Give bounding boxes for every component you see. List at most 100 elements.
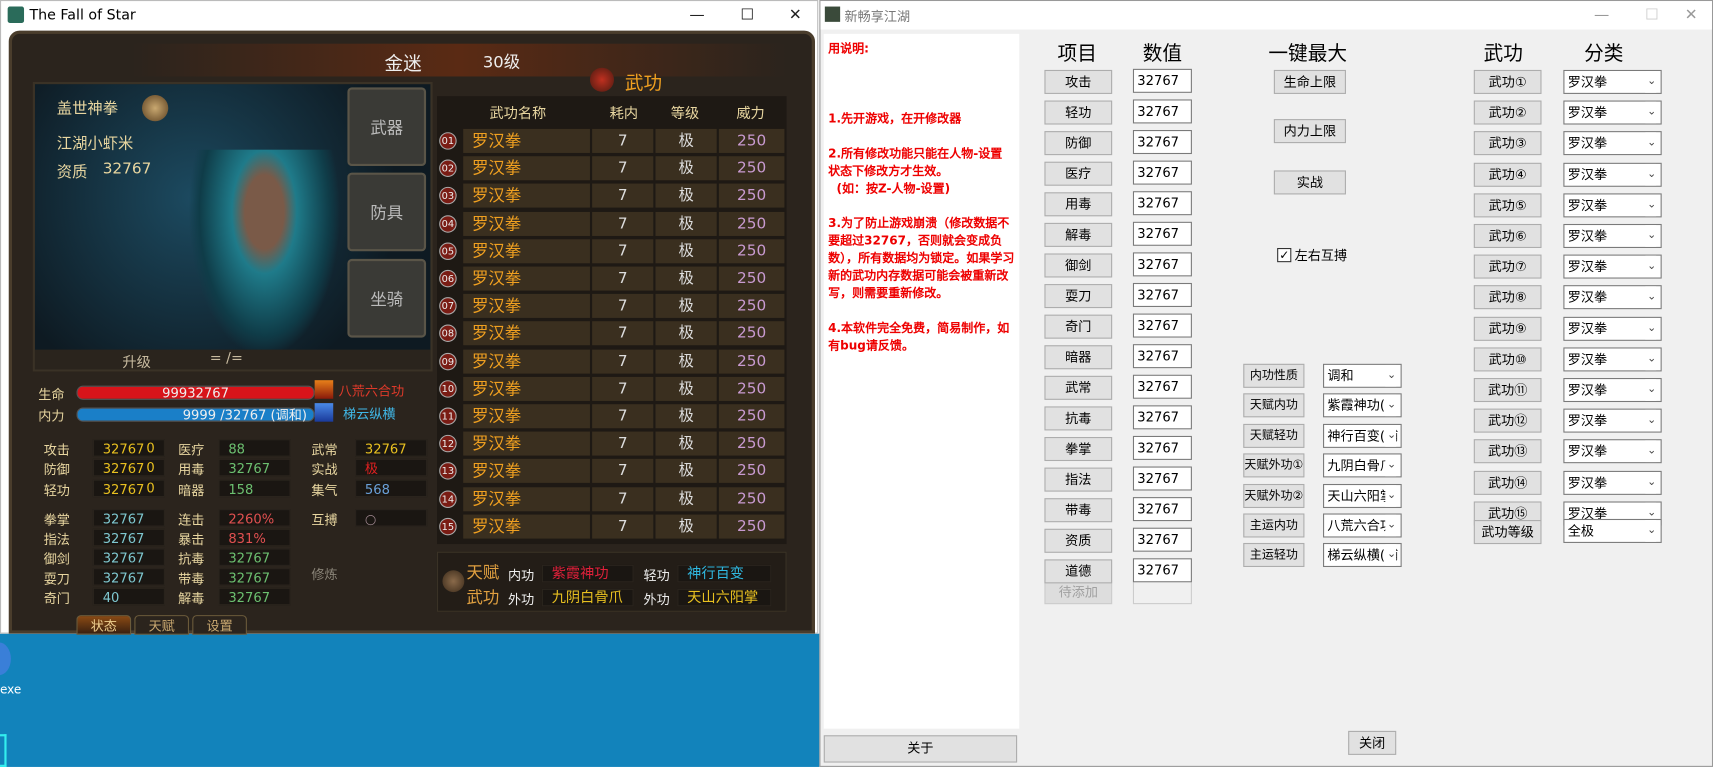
item-button[interactable]: 武常	[1044, 375, 1113, 400]
close-modifier-button[interactable]: 关闭	[1348, 730, 1397, 755]
item-button[interactable]: 带毒	[1044, 498, 1113, 523]
martial-row[interactable]: 02 罗汉拳 7 极 250	[437, 156, 787, 181]
talent-button[interactable]: 内功性质	[1243, 363, 1305, 388]
martial-row[interactable]: 08 罗汉拳 7 极 250	[437, 321, 787, 347]
max-mp-button[interactable]: 内力上限	[1273, 119, 1346, 144]
modifier-minimize-button[interactable]: —	[1576, 1, 1626, 29]
tab-status[interactable]: 状态	[76, 615, 132, 635]
item-value-input[interactable]: 32767	[1132, 313, 1192, 338]
item-value-input[interactable]: 32767	[1132, 344, 1192, 369]
tab-settings[interactable]: 设置	[192, 615, 247, 635]
checkbox-checked-icon[interactable]: ✓	[1277, 247, 1292, 263]
martial-category-select[interactable]: 罗汉拳 ⌄	[1563, 378, 1662, 403]
martial-row[interactable]: 01 罗汉拳 7 极 250	[437, 128, 787, 154]
martial-slot-button[interactable]: 武功③	[1473, 131, 1542, 156]
close-button[interactable]: ✕	[770, 1, 820, 29]
martial-slot-button[interactable]: 武功⑧	[1473, 285, 1542, 310]
tab-talent[interactable]: 天赋	[134, 615, 190, 635]
martial-slot-button[interactable]: 武功⑨	[1473, 316, 1542, 341]
talent-button[interactable]: 天赋外功②	[1243, 483, 1305, 508]
martial-slot-button[interactable]: 武功⑦	[1473, 254, 1542, 279]
talent-select[interactable]: 九阴白骨爪 ⌄	[1323, 453, 1402, 478]
item-value-input[interactable]: 32767	[1132, 466, 1192, 491]
desktop-app-icon[interactable]	[0, 642, 11, 676]
martial-category-select[interactable]: 罗汉拳 ⌄	[1563, 100, 1662, 125]
modifier-close-button[interactable]: ✕	[1666, 1, 1713, 29]
about-button[interactable]: 关于	[823, 735, 1018, 763]
mount-slot-button[interactable]: 坐骑	[347, 258, 427, 338]
item-value-input[interactable]: 32767	[1132, 130, 1192, 155]
item-button[interactable]: 解毒	[1044, 222, 1113, 247]
martial-category-select[interactable]: 罗汉拳 ⌄	[1563, 223, 1662, 248]
martial-slot-button[interactable]: 武功⑬	[1473, 439, 1542, 464]
item-button[interactable]: 资质	[1044, 528, 1113, 553]
item-button[interactable]: 奇门	[1044, 314, 1113, 339]
martial-slot-button[interactable]: 武功⑭	[1473, 470, 1542, 495]
item-button[interactable]: 指法	[1044, 467, 1113, 492]
martial-row[interactable]: 14 罗汉拳 7 极 250	[437, 486, 787, 512]
martial-row[interactable]: 03 罗汉拳 7 极 250	[437, 183, 787, 209]
item-value-input[interactable]: 32767	[1132, 527, 1192, 552]
martial-row[interactable]: 15 罗汉拳 7 极 250	[437, 514, 787, 539]
martial-category-select[interactable]: 罗汉拳 ⌄	[1563, 285, 1662, 310]
martial-category-select[interactable]: 罗汉拳 ⌄	[1563, 162, 1662, 187]
item-button[interactable]: 暗器	[1044, 345, 1113, 370]
martial-category-select[interactable]: 罗汉拳 ⌄	[1563, 439, 1662, 464]
item-button[interactable]: 医疗	[1044, 161, 1113, 186]
item-value-input[interactable]: 32767	[1132, 221, 1192, 246]
item-button[interactable]: 用毒	[1044, 192, 1113, 217]
martial-slot-button[interactable]: 武功⑥	[1473, 223, 1542, 248]
item-value-input[interactable]: 32767	[1132, 497, 1192, 522]
martial-slot-button[interactable]: 武功④	[1473, 162, 1542, 187]
item-value-input[interactable]: 32767	[1132, 99, 1192, 124]
martial-slot-button[interactable]: 武功①	[1473, 69, 1542, 94]
talent-select[interactable]: 调和 ⌄	[1323, 363, 1402, 388]
martial-slot-button[interactable]: 武功⑩	[1473, 347, 1542, 372]
martial-row[interactable]: 10 罗汉拳 7 极 250	[437, 376, 787, 402]
item-button[interactable]: 道德	[1044, 559, 1113, 584]
talent-button[interactable]: 天赋外功①	[1243, 453, 1305, 478]
item-value-input[interactable]: 32767	[1132, 282, 1192, 307]
item-button[interactable]: 抗毒	[1044, 406, 1113, 431]
item-value-input[interactable]: 32767	[1132, 405, 1192, 430]
martial-row[interactable]: 04 罗汉拳 7 极 250	[437, 211, 787, 237]
talent-select[interactable]: 梯云纵横(辅 ⌄	[1323, 543, 1402, 568]
combat-max-button[interactable]: 实战	[1273, 170, 1346, 195]
minimize-button[interactable]: —	[672, 1, 722, 29]
item-button[interactable]: 耍刀	[1044, 284, 1113, 309]
max-hp-button[interactable]: 生命上限	[1273, 69, 1346, 94]
martial-row[interactable]: 07 罗汉拳 7 极 250	[437, 294, 787, 319]
martial-category-select[interactable]: 罗汉拳 ⌄	[1563, 193, 1662, 218]
item-value-input[interactable]: 32767	[1132, 160, 1192, 185]
item-button[interactable]: 攻击	[1044, 69, 1113, 94]
martial-slot-button[interactable]: 武功②	[1473, 100, 1542, 125]
martial-category-select[interactable]: 罗汉拳 ⌄	[1563, 316, 1662, 341]
talent-select[interactable]: 天山六阳掌 ⌄	[1323, 483, 1402, 508]
martial-row[interactable]: 06 罗汉拳 7 极 250	[437, 266, 787, 292]
martial-row[interactable]: 05 罗汉拳 7 极 250	[437, 239, 787, 264]
talent-select[interactable]: 紫霞神功(阝 ⌄	[1323, 393, 1402, 418]
martial-slot-button[interactable]: 武功⑫	[1473, 408, 1542, 433]
talent-button[interactable]: 主运内功	[1243, 513, 1305, 538]
item-button[interactable]: 轻功	[1044, 100, 1113, 125]
maximize-button[interactable]: ☐	[722, 1, 772, 29]
item-button[interactable]: 拳掌	[1044, 437, 1113, 462]
martial-category-select[interactable]: 罗汉拳 ⌄	[1563, 470, 1662, 495]
talent-select[interactable]: 神行百变(辅 ⌄	[1323, 423, 1402, 448]
item-button[interactable]: 御剑	[1044, 253, 1113, 278]
item-value-input[interactable]: 32767	[1132, 191, 1192, 216]
martial-category-select[interactable]: 罗汉拳 ⌄	[1563, 69, 1662, 94]
martial-row[interactable]: 11 罗汉拳 7 极 250	[437, 404, 787, 429]
martial-row[interactable]: 13 罗汉拳 7 极 250	[437, 459, 787, 484]
talent-button[interactable]: 天赋内功	[1243, 393, 1305, 418]
martial-row[interactable]: 09 罗汉拳 7 极 250	[437, 349, 787, 374]
martial-level-select[interactable]: 全极 ⌄	[1563, 518, 1662, 543]
weapon-slot-button[interactable]: 武器	[347, 87, 427, 167]
item-value-input[interactable]: 32767	[1132, 374, 1192, 399]
martial-row[interactable]: 12 罗汉拳 7 极 250	[437, 431, 787, 457]
talent-button[interactable]: 天赋轻功	[1243, 423, 1305, 448]
item-value-input[interactable]: 32767	[1132, 435, 1192, 460]
talent-select[interactable]: 八荒六合功 ⌄	[1323, 513, 1402, 538]
martial-category-select[interactable]: 罗汉拳 ⌄	[1563, 254, 1662, 279]
martial-category-select[interactable]: 罗汉拳 ⌄	[1563, 131, 1662, 156]
